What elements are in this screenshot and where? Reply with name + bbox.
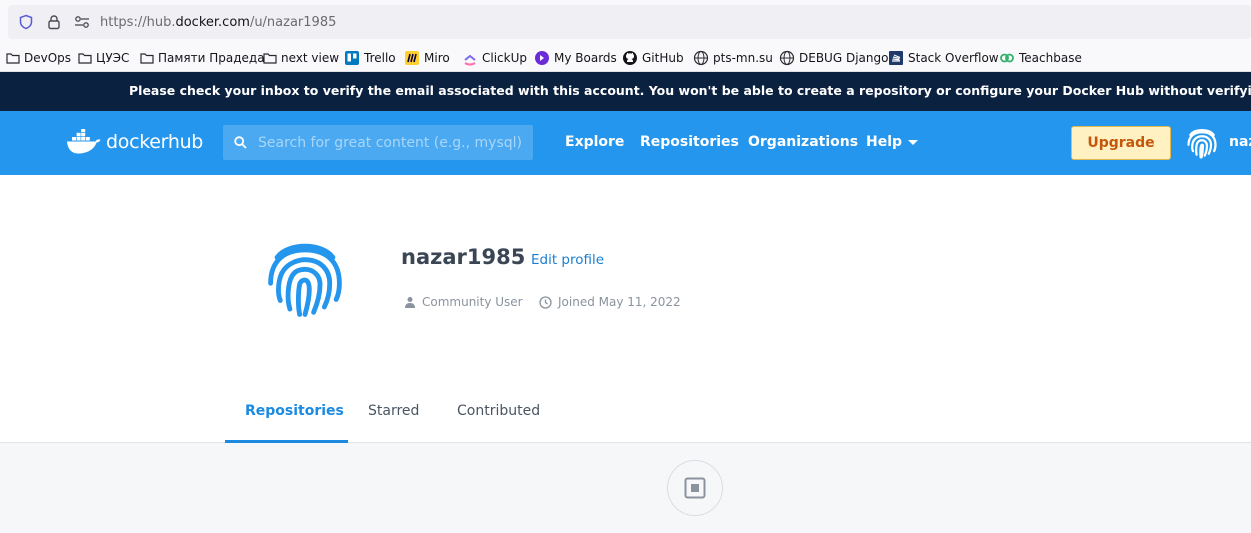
chevron-down-icon [908,139,919,145]
logo-text: dockerhub [106,131,203,153]
nav-help[interactable]: Help [866,134,919,150]
bookmarks-bar: DevOps ЦУЭС Памяти Прадеда next view Tre… [0,44,1251,72]
permissions-icon[interactable] [74,15,90,29]
lock-icon[interactable] [46,14,62,30]
search-box [223,125,533,160]
github-icon [623,51,637,65]
email-verify-notice: Please check your inbox to verify the em… [0,72,1251,111]
bookmark-label: GitHub [642,51,684,65]
tab-repositories[interactable]: Repositories [245,403,344,419]
bookmark-cues[interactable]: ЦУЭС [78,50,129,66]
globe-icon [779,50,795,66]
notice-text: Please check your inbox to verify the em… [129,83,1251,98]
dockerhub-logo[interactable]: dockerhub [66,129,203,155]
trello-icon [345,51,359,65]
miro-icon [405,51,419,65]
url-prefix: https://hub. [100,15,176,30]
url-field[interactable]: https://hub.docker.com/u/nazar1985 [8,5,1251,39]
nav-repositories[interactable]: Repositories [640,134,739,150]
url-text[interactable]: https://hub.docker.com/u/nazar1985 [100,15,336,30]
globe-icon [693,50,709,66]
header-username[interactable]: nazar1985 [1229,134,1251,150]
folder-icon [78,53,92,64]
repositories-content [0,443,1251,533]
folder-icon [263,53,277,64]
bookmark-pts-mn[interactable]: pts-mn.su [693,50,773,66]
docker-whale-icon [67,129,101,154]
bookmark-label: pts-mn.su [713,51,773,65]
folder-icon [6,53,20,64]
bookmark-label: Trello [364,51,396,65]
bookmark-label: DEBUG Django [799,51,889,65]
edit-profile-link[interactable]: Edit profile [531,252,604,268]
dockerhub-header: dockerhub Explore Repositories Organizat… [0,111,1251,175]
clickup-icon [464,54,476,66]
empty-repo-icon [667,460,723,516]
user-avatar-fingerprint-icon[interactable] [1184,125,1220,161]
bookmark-teachbase[interactable]: Teachbase [999,50,1082,66]
boards-icon [535,51,549,65]
logo-word-docker: docker [106,131,168,153]
bookmark-miro[interactable]: Miro [404,50,450,66]
bookmark-label: Памяти Прадеда [158,51,265,65]
bookmark-my-boards[interactable]: My Boards [534,50,617,66]
profile-role: Community User [404,295,523,309]
bookmark-github[interactable]: GitHub [622,50,684,66]
profile-joined-text: Joined May 11, 2022 [558,295,681,309]
url-path: /u/nazar1985 [249,15,337,30]
user-icon [405,297,415,308]
stackoverflow-icon [889,51,903,65]
bookmark-label: My Boards [554,51,617,65]
shield-icon[interactable] [18,14,34,30]
bookmark-next-view[interactable]: next view [263,50,339,66]
bookmark-label: next view [281,51,340,65]
tab-contributed[interactable]: Contributed [457,403,540,419]
folder-icon [140,53,154,64]
bookmark-stack-overflow[interactable]: Stack Overflow [888,50,999,66]
search-input[interactable] [258,125,528,160]
bookmark-trello[interactable]: Trello [344,50,396,66]
logo-word-hub: hub [167,131,204,153]
bookmark-devops[interactable]: DevOps [6,50,71,66]
repository-box-icon [684,477,706,499]
nav-explore[interactable]: Explore [565,134,624,150]
browser-urlbar: https://hub.docker.com/u/nazar1985 [0,0,1251,44]
bookmark-label: Stack Overflow [908,51,999,65]
profile-username: nazar1985 [401,245,526,269]
bookmark-label: DevOps [24,51,72,65]
nav-help-label: Help [866,134,903,150]
profile-avatar-fingerprint-icon [268,243,342,317]
profile-role-text: Community User [422,295,523,309]
bookmark-label: ClickUp [482,51,527,65]
bookmark-label: Teachbase [1019,51,1082,65]
nav-organizations[interactable]: Organizations [748,134,858,150]
search-icon [234,136,247,149]
clock-icon [539,295,552,309]
bookmark-clickup[interactable]: ClickUp [462,50,527,66]
tab-starred[interactable]: Starred [368,403,419,419]
teachbase-icon [1000,53,1014,63]
bookmark-label: Miro [424,51,450,65]
bookmark-label: ЦУЭС [96,51,130,65]
bookmark-debug-django[interactable]: DEBUG Django [779,50,888,66]
upgrade-button[interactable]: Upgrade [1071,126,1171,160]
url-domain: docker.com [175,15,250,30]
profile-joined: Joined May 11, 2022 [539,295,681,309]
bookmark-pamyati[interactable]: Памяти Прадеда [140,50,265,66]
